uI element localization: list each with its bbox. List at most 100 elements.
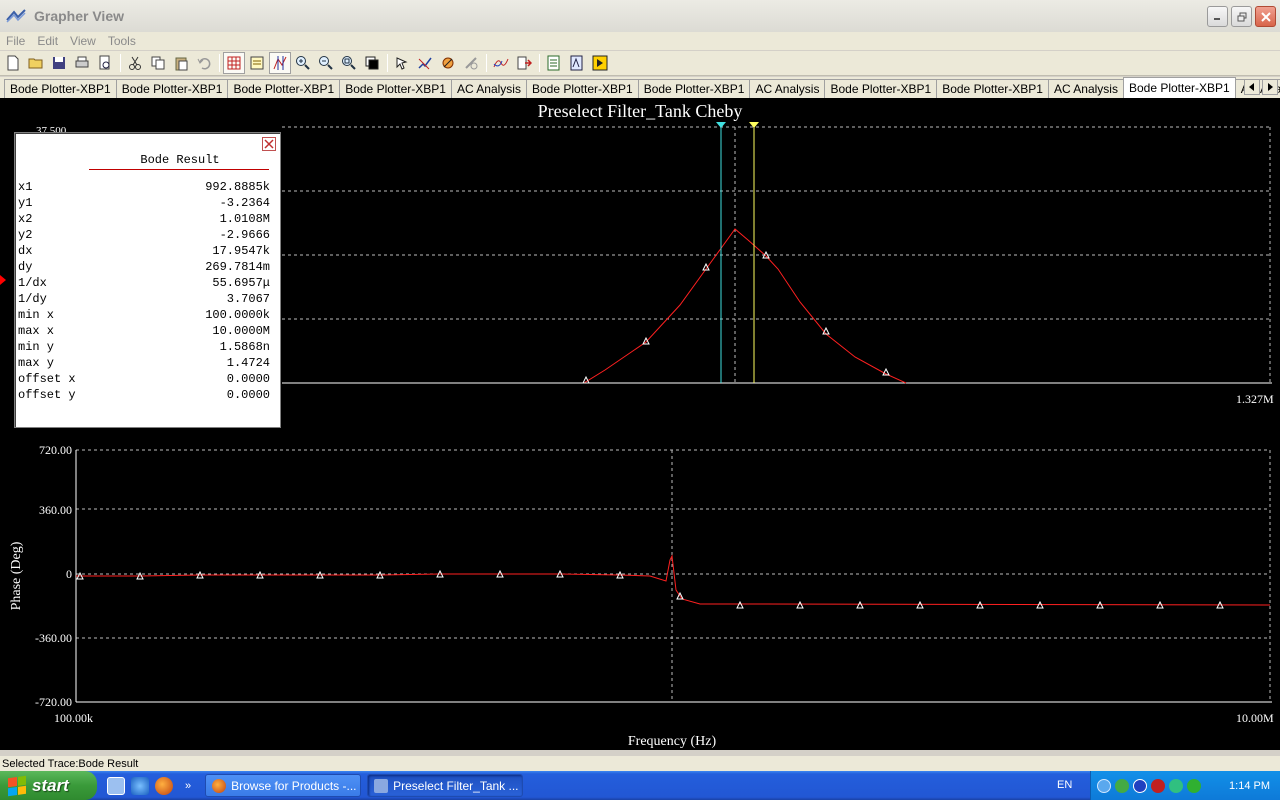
minimize-icon bbox=[1214, 18, 1220, 20]
sync-icon[interactable] bbox=[1169, 778, 1183, 793]
cursors-toggle-button[interactable] bbox=[269, 52, 291, 74]
close-button[interactable] bbox=[1255, 6, 1276, 27]
trace-marker bbox=[916, 600, 924, 609]
menu-tools[interactable]: Tools bbox=[102, 34, 142, 48]
result-value: 269.7814m bbox=[205, 260, 270, 274]
cursor-1-handle[interactable] bbox=[716, 122, 726, 128]
export-excel-button[interactable] bbox=[543, 52, 565, 74]
internet-explorer-icon[interactable] bbox=[131, 776, 149, 795]
result-key: min x bbox=[18, 308, 55, 322]
properties-button[interactable] bbox=[414, 52, 436, 74]
legend-toggle-button[interactable] bbox=[246, 52, 268, 74]
tab-bode-plotter-active[interactable]: Bode Plotter-XBP1 bbox=[1122, 77, 1236, 98]
result-heading-underline bbox=[89, 169, 269, 170]
export-labview-button[interactable] bbox=[589, 52, 611, 74]
result-row-dy: dy 269.7814m bbox=[18, 259, 270, 275]
cut-button[interactable] bbox=[124, 52, 146, 74]
toolbar-separator bbox=[539, 54, 540, 72]
tab-ac-analysis[interactable]: AC Analysis bbox=[1047, 79, 1124, 98]
menu-view[interactable]: View bbox=[64, 34, 102, 48]
maximize-button[interactable] bbox=[1231, 6, 1252, 27]
result-key: x2 bbox=[18, 212, 33, 226]
save-icon bbox=[53, 57, 65, 69]
bluetooth-icon[interactable] bbox=[1133, 778, 1147, 793]
wireless-network-icon[interactable] bbox=[1187, 778, 1201, 793]
result-value: 1.0108M bbox=[219, 212, 270, 226]
result-row-min-y: min y 1.5868n bbox=[18, 339, 270, 355]
taskbar-button-grapher[interactable]: Preselect Filter_Tank ... bbox=[367, 774, 524, 797]
taskbar-button-browser[interactable]: Browse for Products -... bbox=[205, 774, 362, 797]
result-row-y1: y1 -3.2364 bbox=[18, 195, 270, 211]
x-min-label: 100.00k bbox=[54, 711, 93, 725]
menu-file[interactable]: File bbox=[0, 34, 31, 48]
copy-button[interactable] bbox=[147, 52, 169, 74]
open-button[interactable] bbox=[25, 52, 47, 74]
toolbar-separator bbox=[219, 54, 220, 72]
background-toggle-button[interactable] bbox=[361, 52, 383, 74]
magnitude-markers bbox=[582, 250, 890, 384]
result-value: 1.4724 bbox=[226, 356, 270, 370]
zoom-out-button[interactable] bbox=[315, 52, 337, 74]
zoom-full-button[interactable] bbox=[338, 52, 360, 74]
language-indicator[interactable]: EN bbox=[1057, 779, 1072, 791]
print-preview-button[interactable] bbox=[94, 52, 116, 74]
tab-scroll-right-button[interactable] bbox=[1262, 79, 1278, 95]
tab-bode-plotter[interactable]: Bode Plotter-XBP1 bbox=[525, 79, 639, 98]
quick-launch: » bbox=[107, 776, 191, 795]
zoom-in-button[interactable] bbox=[292, 52, 314, 74]
phase-tick-label: 0 bbox=[66, 567, 72, 581]
tab-ac-analysis[interactable]: AC Analysis bbox=[450, 79, 527, 98]
tab-bode-plotter[interactable]: Bode Plotter-XBP1 bbox=[936, 79, 1049, 98]
result-row-max-y: max y 1.4724 bbox=[18, 355, 270, 371]
tab-scroll-left-button[interactable] bbox=[1244, 79, 1260, 95]
close-icon bbox=[1260, 11, 1271, 22]
quick-launch-expand-icon[interactable]: » bbox=[185, 780, 191, 792]
phase-trace[interactable] bbox=[76, 554, 1271, 606]
magnitude-trace[interactable] bbox=[583, 228, 907, 384]
save-button[interactable] bbox=[48, 52, 70, 74]
start-button[interactable]: start bbox=[0, 771, 97, 800]
tab-bode-plotter[interactable]: Bode Plotter-XBP1 bbox=[824, 79, 938, 98]
result-value: -2.9666 bbox=[219, 228, 270, 242]
arrow-left-icon bbox=[1249, 83, 1254, 91]
phase-grid bbox=[76, 449, 1271, 702]
minimize-button[interactable] bbox=[1207, 6, 1228, 27]
add-trace-button[interactable] bbox=[490, 52, 512, 74]
result-row-inv-dx: 1/dx 55.6957μ bbox=[18, 275, 270, 291]
firefox-icon[interactable] bbox=[155, 776, 173, 795]
tray-expand-icon[interactable] bbox=[1097, 778, 1111, 793]
export-button[interactable] bbox=[513, 52, 535, 74]
result-panel-close-button[interactable] bbox=[262, 137, 276, 151]
tab-ac-analysis[interactable]: AC Analysis bbox=[749, 79, 826, 98]
export-mathcad-button[interactable] bbox=[566, 52, 588, 74]
bode-result-panel[interactable]: Bode Result x1 992.8885k y1 -3.2364 x2 1.01… bbox=[14, 132, 281, 428]
result-row-x2: x2 1.0108M bbox=[18, 211, 270, 227]
result-value: 10.0000M bbox=[212, 324, 270, 338]
result-row-offset-y: offset y 0.0000 bbox=[18, 387, 270, 403]
result-rows: x1 992.8885k y1 -3.2364 x2 1.0108M y2 -2.966… bbox=[18, 179, 270, 403]
grid-toggle-button[interactable] bbox=[223, 52, 245, 74]
tab-bode-plotter[interactable]: Bode Plotter-XBP1 bbox=[637, 79, 751, 98]
export-icon bbox=[517, 56, 532, 70]
select-trace-button[interactable] bbox=[391, 52, 413, 74]
print-button[interactable] bbox=[71, 52, 93, 74]
remove-trace-button[interactable] bbox=[460, 52, 482, 74]
result-row-max-x: max x 10.0000M bbox=[18, 323, 270, 339]
tab-bode-plotter[interactable]: Bode Plotter-XBP1 bbox=[227, 79, 341, 98]
tab-bode-plotter[interactable]: Bode Plotter-XBP1 bbox=[4, 79, 117, 98]
magnitude-top-right-x-label: 1.327M bbox=[1236, 392, 1274, 406]
tab-bode-plotter[interactable]: Bode Plotter-XBP1 bbox=[339, 79, 452, 98]
result-value: 17.9547k bbox=[212, 244, 270, 258]
menu-edit[interactable]: Edit bbox=[31, 34, 64, 48]
show-desktop-icon[interactable] bbox=[107, 776, 125, 795]
paste-button[interactable] bbox=[170, 52, 192, 74]
overlay-traces-button[interactable] bbox=[437, 52, 459, 74]
tab-bode-plotter[interactable]: Bode Plotter-XBP1 bbox=[115, 79, 229, 98]
new-button[interactable] bbox=[2, 52, 24, 74]
result-key: 1/dy bbox=[18, 292, 47, 306]
security-shield-icon[interactable] bbox=[1151, 778, 1165, 793]
taskbar-button-label: Preselect Filter_Tank ... bbox=[393, 778, 519, 793]
title-bar: Grapher View bbox=[0, 0, 1280, 32]
messenger-icon[interactable] bbox=[1115, 778, 1129, 793]
undo-button[interactable] bbox=[193, 52, 215, 74]
